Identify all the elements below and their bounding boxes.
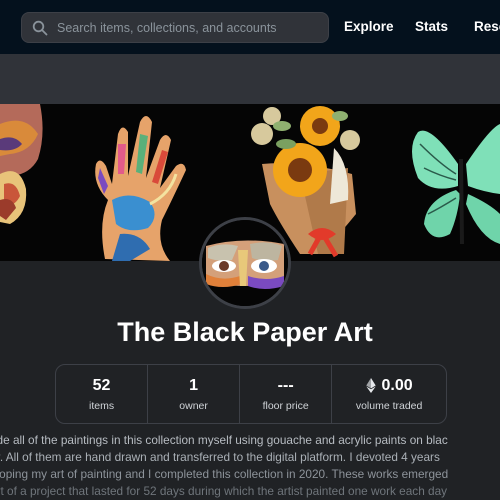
description-line: art of a project that lasted for 52 days… xyxy=(0,484,448,498)
stat-volume-traded-label: volume traded xyxy=(355,399,423,412)
stat-items[interactable]: 52 items xyxy=(56,365,149,423)
collection-stats-panel: 52 items 1 owner --- floor price 0.00 vo… xyxy=(55,364,447,424)
painting-hand xyxy=(95,116,186,261)
stat-items-label: items xyxy=(88,399,115,412)
description-line: eloping my art of painting and I complet… xyxy=(0,467,449,481)
collection-title: The Black Paper Art xyxy=(117,317,373,347)
stat-floor-price-label: floor price xyxy=(262,399,309,412)
stat-owner-value: 1 xyxy=(189,376,199,394)
collection-avatar xyxy=(199,217,291,309)
stat-floor-price-value: --- xyxy=(277,376,294,394)
stat-floor-price[interactable]: --- floor price xyxy=(240,365,333,423)
search-icon xyxy=(32,20,48,35)
stat-owner-label: owner xyxy=(179,399,208,412)
nav-stats[interactable]: Stats xyxy=(415,19,448,34)
painting-face-fragment xyxy=(0,104,43,224)
stat-volume-traded-value: 0.00 xyxy=(381,376,413,394)
painting-butterfly xyxy=(412,124,500,245)
ethereum-icon xyxy=(365,378,376,393)
nav-resources[interactable]: Reso xyxy=(474,19,500,34)
secondary-bar xyxy=(0,54,500,104)
description-line: ade all of the paintings in this collect… xyxy=(0,433,448,447)
search-placeholder: Search items, collections, and accounts xyxy=(57,20,277,35)
stat-items-value: 52 xyxy=(92,376,111,394)
nav-explore[interactable]: Explore xyxy=(344,19,394,34)
search-input[interactable]: Search items, collections, and accounts xyxy=(21,12,329,43)
description-line: er. All of them are hand drawn and trans… xyxy=(0,450,440,464)
collection-description: ade all of the paintings in this collect… xyxy=(0,432,500,500)
stat-volume-traded[interactable]: 0.00 volume traded xyxy=(332,365,446,423)
stat-owner[interactable]: 1 owner xyxy=(148,365,241,423)
top-navigation-bar: Search items, collections, and accounts … xyxy=(0,0,500,54)
